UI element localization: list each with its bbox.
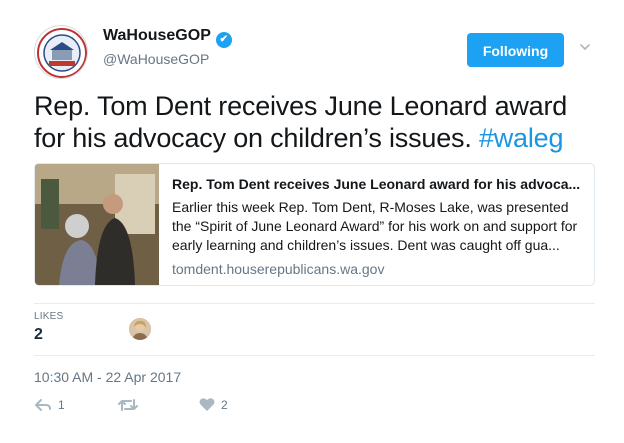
liker-avatar[interactable] [129, 318, 151, 340]
divider [34, 355, 595, 356]
account-avatar[interactable] [34, 25, 88, 79]
card-domain[interactable]: tomdent.houserepublicans.wa.gov [172, 261, 584, 277]
reply-action[interactable]: 1 [34, 397, 65, 413]
reply-count: 1 [58, 398, 65, 412]
card-thumbnail[interactable] [35, 164, 159, 285]
divider [34, 303, 595, 304]
card-photo-icon [35, 164, 159, 285]
display-name-text[interactable]: WaHouseGOP [103, 27, 211, 44]
user-avatar-icon [129, 318, 151, 340]
reply-icon [35, 399, 51, 411]
following-button[interactable]: Following [467, 33, 564, 67]
tweet-text: Rep. Tom Dent receives June Leonard awar… [34, 90, 604, 154]
display-name[interactable]: WaHouseGOP ✔ [103, 27, 232, 48]
likes-count[interactable]: 2 [34, 326, 43, 344]
retweet-icon [118, 399, 138, 411]
card-description: Earlier this week Rep. Tom Dent, R-Moses… [172, 199, 578, 253]
hashtag-link[interactable]: #waleg [479, 123, 564, 153]
link-card[interactable]: Rep. Tom Dent receives June Leonard awar… [34, 163, 595, 286]
house-republicans-seal-icon [37, 28, 87, 78]
card-title[interactable]: Rep. Tom Dent receives June Leonard awar… [172, 176, 584, 192]
retweet-action[interactable] [118, 397, 144, 413]
likes-label: LIKES [34, 311, 64, 322]
account-handle[interactable]: @WaHouseGOP [103, 51, 209, 67]
heart-icon [199, 398, 215, 411]
like-count: 2 [221, 397, 228, 412]
like-action[interactable]: 2 [199, 397, 228, 412]
chevron-down-icon[interactable] [578, 40, 592, 54]
tweet-timestamp[interactable]: 10:30 AM - 22 Apr 2017 [34, 369, 181, 385]
card-body[interactable]: Rep. Tom Dent receives June Leonard awar… [172, 176, 584, 277]
verified-badge-icon: ✔ [215, 32, 232, 48]
